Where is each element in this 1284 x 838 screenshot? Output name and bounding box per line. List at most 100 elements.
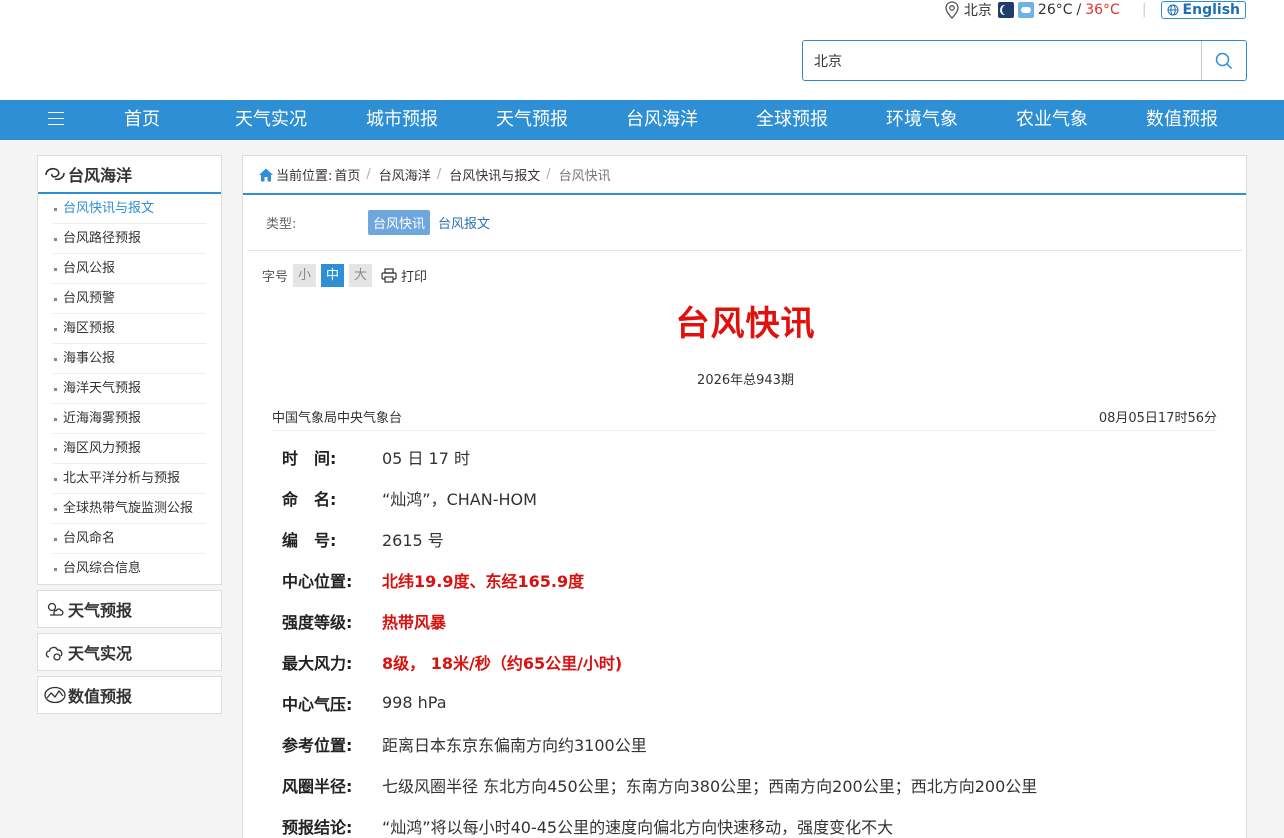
sidebar-item-north-pacific[interactable]: 北太平洋分析与预报	[52, 464, 206, 494]
search-button[interactable]	[1201, 41, 1246, 80]
detail-row-max-wind: 最大风力: 8级， 18米/秒（约65公里/小时)	[282, 641, 1222, 682]
sidebar-item-sea-fog[interactable]: 近海海雾预报	[52, 404, 206, 434]
article-source: 中国气象局中央气象台	[272, 411, 403, 426]
type-filter-label: 类型:	[266, 217, 297, 232]
sidebar-item-sea-area-forecast[interactable]: 海区预报	[52, 314, 206, 344]
sidebar-item-typhoon-bulletin[interactable]: 台风公报	[52, 254, 206, 284]
detail-value: 距离日本东京东偏南方向约3100公里	[382, 735, 647, 755]
sidebar-item-maritime-bulletin[interactable]: 海事公报	[52, 344, 206, 374]
detail-label: 预报结论:	[282, 817, 353, 837]
nav-item-home[interactable]: 首页	[92, 100, 192, 140]
breadcrumb-current: 台风快讯	[558, 169, 611, 184]
location-pin-icon	[945, 1, 959, 19]
nav-item-typhoon-ocean[interactable]: 台风海洋	[612, 100, 712, 140]
font-size-label: 字号	[262, 270, 289, 285]
type-tag-typhoon-report[interactable]: 台风报文	[433, 210, 495, 235]
print-label: 打印	[401, 270, 428, 285]
breadcrumb-separator: /	[366, 167, 371, 182]
english-language-button[interactable]: English	[1160, 1, 1246, 19]
detail-label: 时 间:	[282, 448, 337, 468]
detail-row-conclusion: 预报结论: “灿鸿”将以每小时40-45公里的速度向偏北方向快速移动，强度变化不…	[282, 805, 1222, 838]
sidebar-item-typhoon-naming[interactable]: 台风命名	[52, 524, 206, 554]
nav-item-environment[interactable]: 环境气象	[872, 100, 972, 140]
globe-icon	[1167, 4, 1179, 16]
nav-item-weather-forecast[interactable]: 天气预报	[482, 100, 582, 140]
search-icon	[1215, 52, 1233, 69]
detail-value: 七级风圈半径 东北方向450公里；东南方向380公里；西南方向200公里；西北方…	[382, 776, 1038, 796]
sidebar-item-typhoon-info[interactable]: 台风综合信息	[52, 554, 206, 584]
detail-row-name: 命 名: “灿鸿”，CHAN-HOM	[282, 477, 1222, 518]
detail-row-time: 时 间: 05 日 17 时	[282, 436, 1222, 477]
sidebar-group-label: 天气实况	[68, 644, 133, 663]
breadcrumb-typhoon-ocean[interactable]: 台风海洋	[379, 165, 431, 184]
current-city[interactable]: 北京	[964, 0, 992, 20]
sidebar-item-track-forecast[interactable]: 台风路径预报	[52, 224, 206, 254]
sidebar-item-sea-wind[interactable]: 海区风力预报	[52, 434, 206, 464]
printer-icon	[381, 268, 397, 283]
detail-label: 参考位置:	[282, 735, 353, 755]
sidebar-title[interactable]: 台风海洋	[38, 156, 221, 194]
sidebar-group-numerical[interactable]: 数值预报	[37, 676, 222, 714]
english-language-label: English	[1182, 2, 1240, 18]
detail-value: 8级， 18米/秒（约65公里/小时)	[382, 653, 623, 673]
main-content: 当前位置: 首页 / 台风海洋 / 台风快讯与报文 / 台风快讯 类型: 台风快…	[242, 155, 1247, 838]
cloud-refresh-icon	[45, 646, 63, 661]
sidebar-item-global-cyclone[interactable]: 全球热带气旋监测公报	[52, 494, 206, 524]
sidebar-group-label: 数值预报	[68, 687, 133, 706]
font-size-medium-button[interactable]: 中	[321, 264, 345, 287]
temperature-high: 36°C	[1085, 2, 1120, 18]
breadcrumb-home[interactable]: 首页	[334, 165, 360, 184]
detail-value: “灿鸿”，CHAN-HOM	[382, 489, 537, 509]
nav-item-live-weather[interactable]: 天气实况	[221, 100, 321, 140]
detail-row-intensity: 强度等级: 热带风暴	[282, 600, 1222, 641]
article-issue: 2026年总943期	[697, 373, 794, 388]
menu-icon[interactable]	[48, 112, 64, 126]
nav-item-global-forecast[interactable]: 全球预报	[742, 100, 842, 140]
breadcrumb-label: 当前位置:	[276, 169, 333, 184]
detail-label: 命 名:	[282, 489, 337, 509]
detail-label: 中心位置:	[282, 571, 353, 591]
temperature-separator: /	[1076, 2, 1082, 18]
header-divider: |	[1141, 2, 1147, 18]
detail-value: 北纬19.9度、东经165.9度	[382, 571, 585, 591]
font-size-small-button[interactable]: 小	[293, 264, 317, 287]
font-size-large-button[interactable]: 大	[349, 264, 373, 287]
nav-item-city-forecast[interactable]: 城市预报	[352, 100, 452, 140]
type-filter: 类型: 台风快讯 台风报文	[247, 195, 1242, 251]
detail-row-pressure: 中心气压: 998 hPa	[282, 682, 1222, 723]
typhoon-details: 时 间: 05 日 17 时 命 名: “灿鸿”，CHAN-HOM 编 号: 2…	[282, 436, 1222, 838]
search-box	[802, 40, 1247, 81]
breadcrumb-typhoon-flash-report[interactable]: 台风快讯与报文	[449, 165, 540, 184]
print-button[interactable]: 打印	[381, 266, 427, 285]
sidebar-item-ocean-weather[interactable]: 海洋天气预报	[52, 374, 206, 404]
nav-item-agriculture[interactable]: 农业气象	[1002, 100, 1102, 140]
detail-value: “灿鸿”将以每小时40-45公里的速度向偏北方向快速移动，强度变化不大	[382, 817, 894, 837]
article-meta: 中国气象局中央气象台 08月05日17时56分	[272, 401, 1217, 431]
search-input[interactable]	[803, 41, 1201, 80]
sidebar-group-live-weather[interactable]: 天气实况	[37, 633, 222, 671]
detail-row-number: 编 号: 2615 号	[282, 518, 1222, 559]
sun-cloud-icon	[47, 602, 64, 616]
detail-label: 中心气压:	[282, 694, 353, 714]
type-tag-typhoon-flash[interactable]: 台风快讯	[368, 210, 431, 235]
sidebar-group-weather-forecast[interactable]: 天气预报	[37, 590, 222, 628]
site-header: 北京 26°C / 36°C | English	[0, 0, 1284, 100]
breadcrumb: 当前位置: 首页 / 台风海洋 / 台风快讯与报文 / 台风快讯	[243, 156, 1246, 195]
sidebar-item-typhoon-flash[interactable]: 台风快讯与报文	[52, 194, 206, 224]
font-size-controls: 字号 小 中 大 打印	[262, 264, 427, 287]
night-moon-icon	[997, 2, 1014, 18]
detail-value: 2615 号	[382, 530, 444, 550]
home-icon	[259, 168, 273, 181]
detail-label: 编 号:	[282, 530, 337, 550]
main-nav: 首页 天气实况 城市预报 天气预报 台风海洋 全球预报 环境气象 农业气象 数值…	[0, 100, 1284, 140]
article-published-time: 08月05日17时56分	[1098, 411, 1217, 426]
breadcrumb-separator: /	[546, 167, 551, 182]
nav-item-numerical[interactable]: 数值预报	[1132, 100, 1232, 140]
temperature-low: 26°C	[1037, 2, 1073, 18]
detail-value: 998 hPa	[382, 693, 447, 712]
sidebar-list: 台风快讯与报文 台风路径预报 台风公报 台风预警 海区预报 海事公报 海洋天气预…	[38, 194, 221, 584]
detail-row-reference: 参考位置: 距离日本东京东偏南方向约3100公里	[282, 723, 1222, 764]
detail-label: 强度等级:	[282, 612, 353, 632]
sidebar-item-typhoon-warning[interactable]: 台风预警	[52, 284, 206, 314]
detail-row-center-position: 中心位置: 北纬19.9度、东经165.9度	[282, 559, 1222, 600]
